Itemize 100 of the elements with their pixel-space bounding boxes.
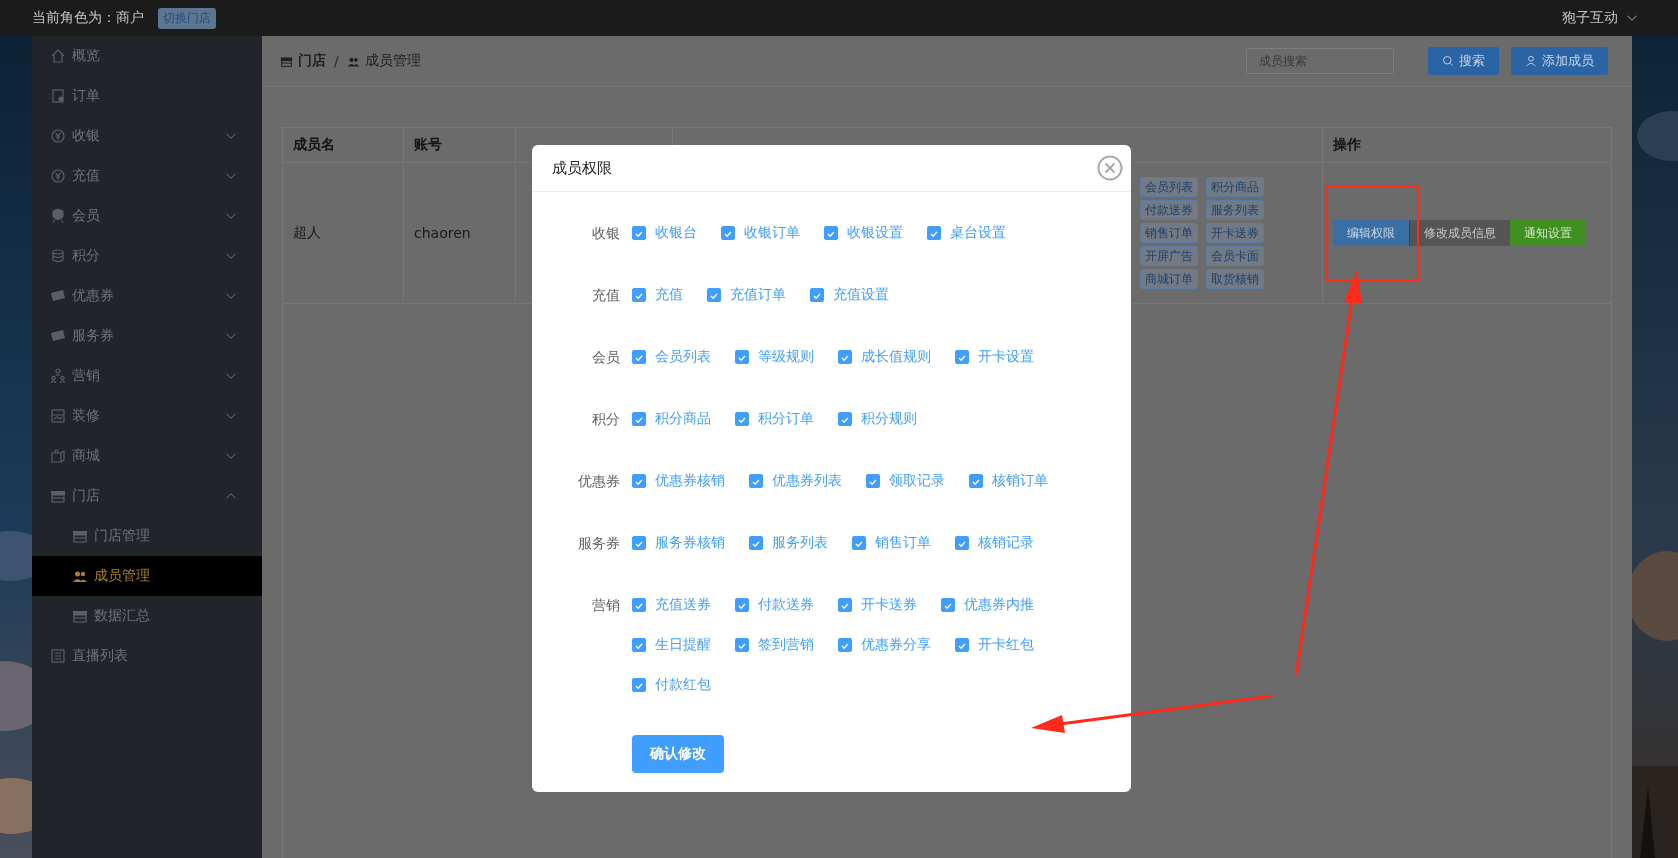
confirm-button[interactable]: 确认修改 <box>632 735 724 773</box>
group-label: 优惠券 <box>577 472 621 491</box>
permission-checkbox[interactable]: 充值送券 <box>632 595 711 615</box>
group-label: 会员 <box>591 348 621 367</box>
bag-icon <box>50 448 66 464</box>
menu-item[interactable]: 概览 <box>32 36 262 76</box>
permission-checkbox[interactable]: 充值订单 <box>707 285 786 305</box>
menu-item[interactable]: 收银 <box>32 116 262 156</box>
group-label: 收银 <box>591 224 621 243</box>
permission-tag: 取货核销 <box>1206 269 1264 289</box>
permission-checkbox[interactable]: 积分商品 <box>632 409 711 429</box>
store-icon <box>72 608 88 624</box>
dialog-title: 成员权限 <box>552 158 612 178</box>
breadcrumb-separator: / <box>334 53 339 69</box>
permission-checkbox[interactable]: 开卡红包 <box>955 635 1034 655</box>
table-cell: chaoren <box>414 225 471 241</box>
store-icon <box>50 488 66 504</box>
menu-item[interactable]: 营销 <box>32 356 262 396</box>
permission-checkbox[interactable]: 核销订单 <box>969 471 1048 491</box>
menu-item[interactable]: 优惠券 <box>32 276 262 316</box>
permission-checkbox[interactable]: 积分规则 <box>838 409 917 429</box>
group-label: 积分 <box>591 410 621 429</box>
permission-checkbox[interactable]: 优惠券核销 <box>632 471 725 491</box>
add-member-button[interactable]: 添加成员 <box>1511 47 1608 75</box>
permission-checkbox[interactable]: 付款送券 <box>735 595 814 615</box>
submenu-item[interactable]: 数据汇总 <box>32 596 262 636</box>
menu-item[interactable]: 积分 <box>32 236 262 276</box>
permission-checkbox[interactable]: 核销记录 <box>955 533 1034 553</box>
permission-checkbox[interactable]: 桌台设置 <box>927 223 1006 243</box>
yen-icon <box>50 128 66 144</box>
column-header: 操作 <box>1333 136 1361 154</box>
permission-checkbox[interactable]: 优惠券内推 <box>941 595 1034 615</box>
layout-icon <box>50 408 66 424</box>
permission-tag: 开屏广告 <box>1140 246 1198 266</box>
action-button[interactable]: 编辑权限 <box>1333 220 1409 246</box>
permission-checkbox[interactable]: 优惠券分享 <box>838 635 931 655</box>
permission-tag: 积分商品 <box>1206 177 1264 197</box>
menu-item[interactable]: 服务券 <box>32 316 262 356</box>
ticket-icon <box>50 328 66 344</box>
menu-item[interactable]: 门店 <box>32 476 262 516</box>
permission-tag: 会员卡面 <box>1206 246 1264 266</box>
permission-checkbox[interactable]: 充值 <box>632 285 683 305</box>
search-icon <box>1442 55 1454 67</box>
menu-item[interactable]: 会员 <box>32 196 262 236</box>
permission-checkbox[interactable]: 签到营销 <box>735 635 814 655</box>
permission-checkbox[interactable]: 成长值规则 <box>838 347 931 367</box>
ticket-icon <box>50 288 66 304</box>
permission-tag: 开卡送券 <box>1206 223 1264 243</box>
permission-tag: 商城订单 <box>1140 269 1198 289</box>
action-button[interactable]: 通知设置 <box>1510 220 1586 246</box>
column-header: 成员名 <box>293 136 335 154</box>
action-button[interactable]: 修改成员信息 <box>1409 220 1510 246</box>
award-icon <box>50 208 66 224</box>
permission-checkbox[interactable]: 生日提醒 <box>632 635 711 655</box>
menu-item[interactable]: 充值 <box>32 156 262 196</box>
clipboard-icon <box>50 88 66 104</box>
permission-tag: 销售订单 <box>1140 223 1198 243</box>
breadcrumb-item[interactable]: 门店 <box>298 52 326 70</box>
permission-tag: 付款送券 <box>1140 200 1198 220</box>
menu-item[interactable]: 装修 <box>32 396 262 436</box>
permission-checkbox[interactable]: 销售订单 <box>852 533 931 553</box>
table-cell: 超人 <box>293 224 321 242</box>
permission-checkbox[interactable]: 会员列表 <box>632 347 711 367</box>
group-label: 服务券 <box>577 534 621 553</box>
close-button[interactable] <box>1097 155 1123 181</box>
store-icon <box>72 528 88 544</box>
permission-checkbox[interactable]: 收银台 <box>632 223 697 243</box>
account-menu[interactable]: 狍子互动 <box>1562 9 1618 27</box>
permission-tag: 会员列表 <box>1140 177 1198 197</box>
permission-checkbox[interactable]: 收银设置 <box>824 223 903 243</box>
home-icon <box>50 48 66 64</box>
permission-checkbox[interactable]: 收银订单 <box>721 223 800 243</box>
search-button[interactable]: 搜索 <box>1428 47 1499 75</box>
permission-checkbox[interactable]: 充值设置 <box>810 285 889 305</box>
store-icon <box>280 54 293 68</box>
permission-checkbox[interactable]: 开卡送券 <box>838 595 917 615</box>
column-header: 账号 <box>414 136 442 154</box>
permission-checkbox[interactable]: 优惠券列表 <box>749 471 842 491</box>
permission-tag: 服务列表 <box>1206 200 1264 220</box>
role-label: 当前角色为：商户 <box>32 9 144 27</box>
permission-checkbox[interactable]: 服务列表 <box>749 533 828 553</box>
submenu-item[interactable]: 成员管理 <box>32 556 262 596</box>
list-icon <box>50 648 66 664</box>
permission-checkbox[interactable]: 领取记录 <box>866 471 945 491</box>
permission-checkbox[interactable]: 开卡设置 <box>955 347 1034 367</box>
group-label: 营销 <box>591 596 621 615</box>
permission-checkbox[interactable]: 付款红包 <box>632 675 711 695</box>
breadcrumb-item: 成员管理 <box>364 52 421 70</box>
menu-item[interactable]: 商城 <box>32 436 262 476</box>
menu-item[interactable]: 订单 <box>32 76 262 116</box>
people-icon <box>50 368 66 384</box>
submenu-item[interactable]: 门店管理 <box>32 516 262 556</box>
yen-icon <box>50 168 66 184</box>
permission-checkbox[interactable]: 服务券核销 <box>632 533 725 553</box>
group-label: 充值 <box>591 286 621 305</box>
user-icon <box>1525 55 1537 67</box>
menu-item[interactable]: 直播列表 <box>32 636 262 676</box>
permission-checkbox[interactable]: 积分订单 <box>735 409 814 429</box>
coins-icon <box>50 248 66 264</box>
permission-checkbox[interactable]: 等级规则 <box>735 347 814 367</box>
